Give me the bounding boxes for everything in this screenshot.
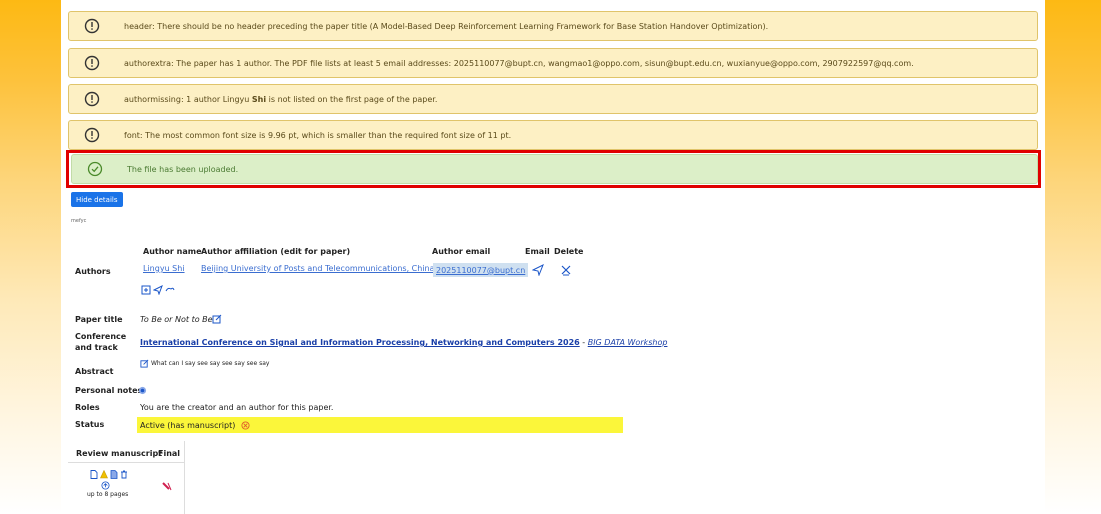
alert-text: font: The most common font size is 9.96 …: [124, 130, 512, 140]
main-panel: header: There should be no header preced…: [61, 0, 1045, 514]
paper-title-value: To Be or Not to Be: [140, 315, 213, 324]
trash-icon[interactable]: [120, 470, 128, 481]
personal-notes-label: Personal notes: [75, 386, 143, 395]
warning-circle-icon: [84, 18, 100, 34]
file-info-icon[interactable]: [110, 470, 118, 481]
alert-triangle-icon[interactable]: [100, 469, 108, 481]
col-header-affiliation: Author affiliation (edit for paper): [201, 247, 351, 256]
upload-success-alert: The file has been uploaded.: [71, 154, 1038, 184]
authors-label: Authors: [75, 267, 111, 276]
no-final-icon: [162, 481, 172, 493]
roles-label: Roles: [75, 403, 100, 412]
edit-abstract-icon[interactable]: [140, 359, 149, 370]
paper-title-label: Paper title: [75, 315, 123, 324]
col-header-email: Author email: [432, 247, 491, 256]
alert-text-author: Shi: [251, 94, 267, 104]
small-note: mefyc: [71, 218, 87, 224]
author-email-cell[interactable]: 2025110077@bupt.cn: [433, 263, 529, 277]
send-all-icon[interactable]: [152, 284, 163, 297]
alert-text-prefix: authormissing: 1 author Lingyu: [124, 94, 252, 104]
warning-circle-icon: [84, 127, 100, 143]
document-icon[interactable]: [90, 470, 98, 481]
check-circle-icon: [87, 161, 103, 177]
track-label: and track: [75, 343, 118, 352]
final-header: Final: [158, 449, 181, 458]
hide-details-button[interactable]: Hide details: [71, 192, 123, 207]
header-warning-alert: header: There should be no header preced…: [68, 11, 1038, 41]
conference-label: Conference: [75, 332, 127, 341]
notes-icon[interactable]: [138, 386, 147, 397]
author-affiliation-link[interactable]: Beijing University of Posts and Telecomm…: [201, 264, 435, 273]
conference-separator: -: [579, 338, 588, 347]
page-limit-text: up to 8 pages: [87, 491, 129, 498]
author-name-link[interactable]: Lingyu Shi: [143, 264, 185, 273]
col-header-delete: Delete: [554, 247, 584, 256]
alert-text-suffix: is not listed on the first page of the p…: [266, 94, 438, 104]
review-divider: [68, 462, 184, 463]
warning-circle-icon: [84, 91, 100, 107]
font-warning-alert: font: The most common font size is 9.96 …: [68, 120, 1038, 150]
withdraw-icon[interactable]: [241, 420, 250, 430]
review-manuscript-header: Review manuscript: [76, 449, 163, 458]
authormissing-warning-alert: authormissing: 1 author Lingyu Shi is no…: [68, 84, 1038, 114]
edit-title-icon[interactable]: [212, 314, 222, 326]
abstract-label: Abstract: [75, 367, 114, 376]
alert-text: authorextra: The paper has 1 author. The…: [124, 58, 914, 68]
track-link[interactable]: BIG DATA Workshop: [588, 338, 668, 347]
status-bar: Active (has manuscript): [137, 417, 623, 433]
authorextra-warning-alert: authorextra: The paper has 1 author. The…: [68, 48, 1038, 78]
delete-author-icon[interactable]: [560, 264, 572, 278]
warning-circle-icon: [84, 55, 100, 71]
alert-text: header: There should be no header preced…: [124, 21, 769, 31]
status-label: Status: [75, 420, 105, 429]
add-author-icon[interactable]: [141, 285, 151, 297]
link-authors-icon[interactable]: [165, 285, 175, 297]
roles-value: You are the creator and an author for th…: [140, 403, 334, 412]
alert-text: authormissing: 1 author Lingyu Shi is no…: [124, 95, 437, 104]
conference-line: International Conference on Signal and I…: [140, 338, 667, 347]
col-header-author-name: Author name: [143, 247, 202, 256]
alert-text: The file has been uploaded.: [127, 164, 239, 174]
abstract-value: What can I say see say see say see say: [151, 360, 270, 367]
author-email-link[interactable]: 2025110077@bupt.cn: [436, 266, 525, 275]
send-email-icon[interactable]: [531, 263, 544, 278]
conference-link[interactable]: International Conference on Signal and I…: [140, 338, 580, 347]
col-header-email-action: Email: [525, 247, 550, 256]
status-value: Active (has manuscript): [140, 420, 236, 430]
